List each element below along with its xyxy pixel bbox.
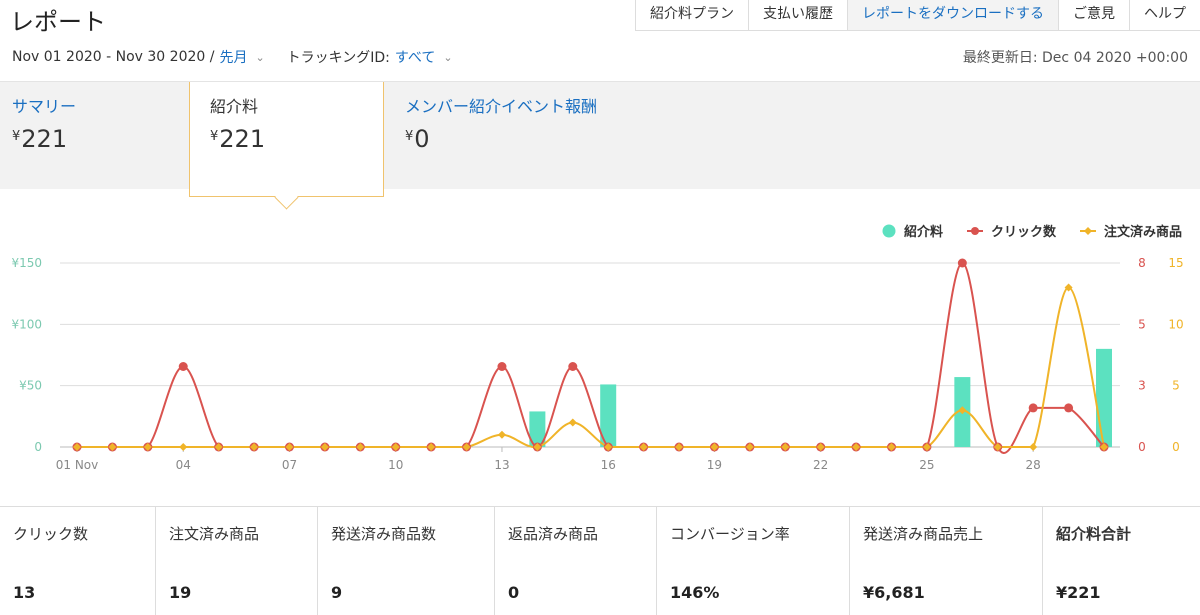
y-tick-orders: 15 <box>1168 256 1183 270</box>
chart: 紹介料 クリック数 注文済み商品 ¥150 8 15 ¥100 5 10 ¥50 3 5 0 0 0 0… <box>0 210 1200 480</box>
summary-band: サマリー ¥221 紹介料 ¥221 メンバー紹介イベント報酬 ¥0 <box>0 81 1200 210</box>
tab-event[interactable]: メンバー紹介イベント報酬 ¥0 <box>405 82 597 189</box>
tab-fee[interactable]: 紹介料 ¥221 <box>189 82 384 210</box>
x-tick-label: 13 <box>494 458 509 472</box>
point-clicks <box>1028 403 1038 413</box>
legend-fee[interactable]: 紹介料 <box>882 221 943 240</box>
tab-event-value: ¥0 <box>405 125 430 153</box>
y-tick-clicks: 5 <box>1138 317 1146 331</box>
chart-legend: 紹介料 クリック数 注文済み商品 <box>858 221 1182 240</box>
nav-fee-plan[interactable]: 紹介料プラン <box>636 0 749 30</box>
tab-summary-label[interactable]: サマリー <box>12 93 76 117</box>
x-tick-label: 25 <box>919 458 934 472</box>
x-tick-label: 10 <box>388 458 403 472</box>
stats-row: クリック数 13 注文済み商品 19 発送済み商品数 9 返品済み商品 0 コンバージョ… <box>0 506 1200 615</box>
point-clicks <box>957 258 967 268</box>
y-tick-orders: 5 <box>1172 379 1180 393</box>
nav-help[interactable]: ヘルプ <box>1130 0 1200 30</box>
point-orders <box>1029 443 1038 451</box>
tab-summary[interactable]: サマリー ¥221 <box>12 82 76 189</box>
tab-event-label[interactable]: メンバー紹介イベント報酬 <box>405 93 597 117</box>
x-tick-label: 22 <box>813 458 828 472</box>
point-clicks <box>1064 403 1074 413</box>
stat-ordered: 注文済み商品 19 <box>156 507 318 615</box>
y-tick-orders: 0 <box>1172 440 1180 454</box>
stat-total-fee: 紹介料合計 ¥221 <box>1056 525 1132 602</box>
legend-clicks[interactable]: クリック数 <box>966 221 1056 240</box>
tab-pointer <box>274 185 299 210</box>
last-updated: 最終更新日: Dec 04 2020 +00:00 <box>962 50 1188 66</box>
y-tick-left: 0 <box>34 440 42 454</box>
y-tick-left: ¥150 <box>11 256 42 270</box>
x-tick-label: 16 <box>601 458 616 472</box>
stat-shipped: 発送済み商品数 9 <box>318 507 495 615</box>
tab-summary-value: ¥221 <box>12 125 68 153</box>
period-dropdown[interactable]: 先月 <box>219 47 247 67</box>
point-clicks <box>568 362 578 371</box>
chevron-down-icon[interactable]: ⌄ <box>443 51 452 64</box>
chevron-down-icon[interactable]: ⌄ <box>255 51 264 64</box>
point-orders <box>497 430 506 439</box>
page-title: レポート <box>10 8 106 36</box>
line-clicks <box>77 261 1105 454</box>
y-tick-left: ¥100 <box>11 317 42 331</box>
nav-download-report[interactable]: レポートをダウンロードする <box>848 0 1059 30</box>
bar-fee <box>1096 348 1112 447</box>
stat-conversion: コンバージョン率 146% <box>657 507 850 615</box>
point-orders <box>568 418 577 427</box>
y-tick-clicks: 0 <box>1138 440 1146 454</box>
tab-fee-value: ¥221 <box>210 125 266 153</box>
nav-payment-history[interactable]: 支払い履歴 <box>749 0 848 30</box>
top-nav: 紹介料プラン 支払い履歴 レポートをダウンロードする ご意見 ヘルプ <box>635 0 1200 31</box>
x-tick-label: 07 <box>282 458 297 472</box>
nav-feedback[interactable]: ご意見 <box>1059 0 1130 30</box>
y-tick-orders: 10 <box>1168 317 1183 331</box>
x-tick-label: 01 Nov <box>56 458 99 472</box>
date-range: Nov 01 2020 - Nov 30 2020 / <box>12 49 215 65</box>
stat-returned: 返品済み商品 0 <box>495 507 657 615</box>
y-tick-clicks: 3 <box>1138 379 1146 393</box>
x-tick-label: 28 <box>1026 458 1041 472</box>
y-tick-clicks: 8 <box>1138 256 1146 270</box>
y-tick-left: ¥50 <box>19 379 42 393</box>
stat-clicks: クリック数 13 <box>0 507 156 615</box>
legend-orders[interactable]: 注文済み商品 <box>1079 221 1182 240</box>
tracking-id-dropdown[interactable]: すべて <box>395 47 435 67</box>
tracking-id-label: トラッキングID: <box>286 50 390 66</box>
tab-fee-label: 紹介料 <box>210 97 259 116</box>
point-clicks <box>178 362 188 371</box>
chart-svg: ¥150 8 15 ¥100 5 10 ¥50 3 5 0 0 0 01 Nov 04 07 10 13 16 19… <box>11 256 1183 472</box>
x-tick-label: 04 <box>176 458 191 472</box>
point-orders <box>179 443 188 451</box>
filter-row: Nov 01 2020 - Nov 30 2020 / 先月 ⌄ トラッキングI… <box>12 47 475 67</box>
stat-shipped-revenue: 発送済み商品売上 ¥6,681 <box>850 507 1043 615</box>
x-tick-label: 19 <box>707 458 722 472</box>
point-clicks <box>497 362 507 371</box>
